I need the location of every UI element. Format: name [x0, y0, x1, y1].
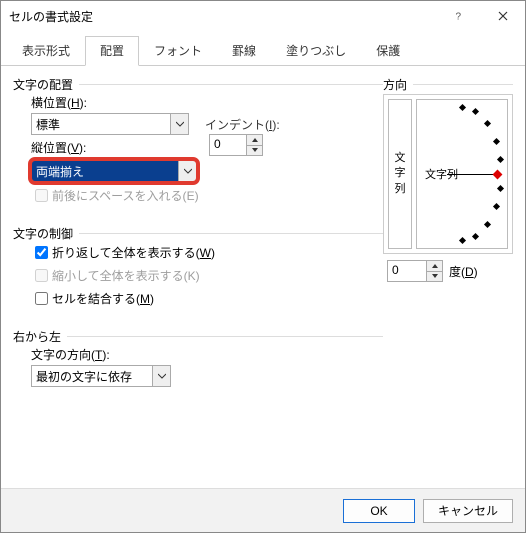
spin-down-icon[interactable] [427, 271, 442, 282]
group-rtl: 右から左 文字の方向(T): 最初の文字に依存 [13, 328, 383, 395]
orientation-indicator-line [447, 174, 497, 175]
horizontal-combo[interactable]: 標準 [31, 113, 189, 135]
vertical-combo[interactable]: 両端揃え [31, 160, 197, 182]
vertical-text-button[interactable]: 文 字 列 [388, 99, 412, 249]
group-title-orientation: 方向 [383, 76, 413, 93]
tab-fill[interactable]: 塗りつぶし [271, 36, 361, 66]
chevron-down-icon[interactable] [152, 366, 170, 386]
text-direction-value: 最初の文字に依存 [32, 366, 152, 386]
spin-down-icon[interactable] [247, 145, 262, 156]
text-direction-combo[interactable]: 最初の文字に依存 [31, 365, 171, 387]
tab-font[interactable]: フォント [139, 36, 217, 66]
tab-number-format[interactable]: 表示形式 [7, 36, 85, 66]
vertical-value: 両端揃え [32, 161, 178, 181]
group-title-rtl: 右から左 [13, 328, 67, 345]
degree-label: 度(D) [449, 263, 478, 280]
footer: OK キャンセル [1, 488, 525, 532]
spin-up-icon[interactable] [427, 261, 442, 271]
group-text-control: 文字の制御 折り返して全体を表示する(W) 縮小して全体を表示する(K) セルを… [13, 225, 383, 320]
cancel-button[interactable]: キャンセル [423, 499, 513, 523]
indent-value: 0 [210, 135, 246, 155]
merge-checkbox[interactable]: セルを結合する(M) [31, 289, 373, 308]
degree-spinner[interactable]: 0 [387, 260, 443, 282]
chevron-down-icon[interactable] [170, 114, 188, 134]
titlebar: セルの書式設定 ? [1, 1, 525, 31]
tab-alignment[interactable]: 配置 [85, 36, 139, 66]
tab-protection[interactable]: 保護 [361, 36, 415, 66]
shrink-checkbox: 縮小して全体を表示する(K) [31, 266, 373, 285]
group-orientation: 方向 文 字 列 文字列 [383, 76, 513, 290]
orientation-dial[interactable]: 文字列 [416, 99, 508, 249]
indent-label: インデント(I): [205, 116, 280, 133]
close-button[interactable] [480, 1, 525, 31]
svg-text:?: ? [455, 11, 461, 21]
chevron-down-icon[interactable] [178, 161, 196, 181]
text-direction-label: 文字の方向(T): [31, 346, 373, 363]
ok-button[interactable]: OK [343, 499, 415, 523]
orientation-box: 文 字 列 文字列 [383, 94, 513, 254]
window-title: セルの書式設定 [9, 8, 435, 25]
spin-up-icon[interactable] [247, 135, 262, 145]
orientation-indicator-dot [493, 169, 503, 179]
horizontal-value: 標準 [32, 114, 170, 134]
group-title-alignment: 文字の配置 [13, 76, 79, 93]
justify-space-checkbox: 前後にスペースを入れる(E) [31, 186, 373, 205]
group-title-control: 文字の制御 [13, 225, 79, 242]
help-button[interactable]: ? [435, 1, 480, 31]
degree-value: 0 [388, 261, 426, 281]
wrap-checkbox[interactable]: 折り返して全体を表示する(W) [31, 243, 373, 262]
horizontal-label: 横位置(H): [31, 94, 373, 111]
indent-spinner[interactable]: 0 [209, 134, 263, 156]
tabstrip: 表示形式 配置 フォント 罫線 塗りつぶし 保護 [1, 31, 525, 66]
tab-border[interactable]: 罫線 [217, 36, 271, 66]
group-text-alignment: 文字の配置 横位置(H): 標準 インデント(I): 縦位置(V): 0 [13, 76, 383, 217]
